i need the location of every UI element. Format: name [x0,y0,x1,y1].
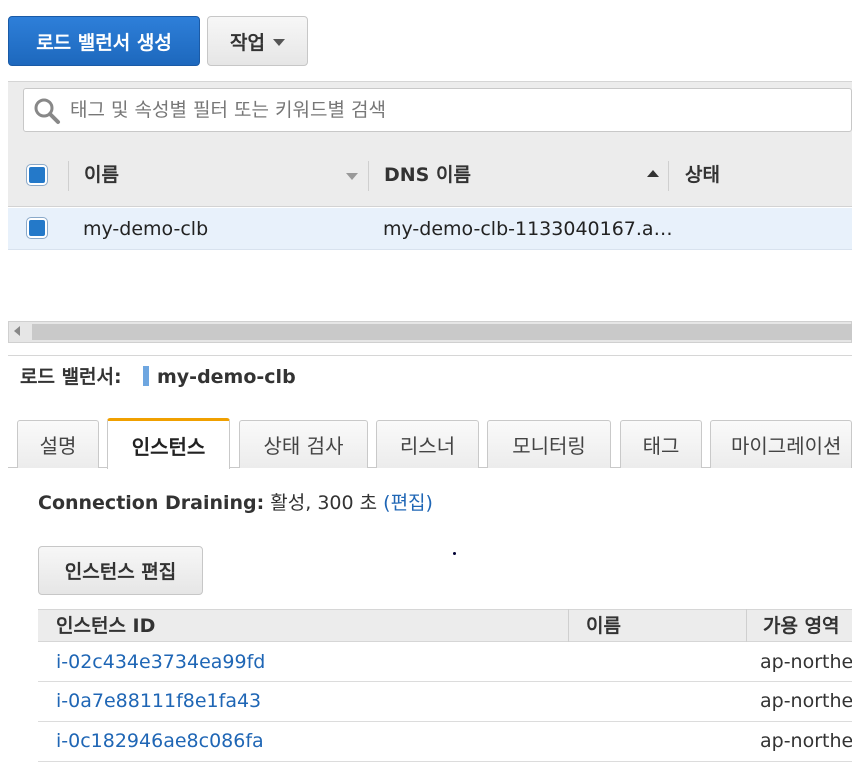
panel-divider [8,355,852,356]
sort-down-icon[interactable] [346,173,358,180]
tab-listeners[interactable]: 리스너 [376,420,479,468]
instance-id-link[interactable]: i-0a7e88111f8e1fa43 [56,688,261,714]
column-header-status[interactable]: 상태 [685,162,720,188]
edit-instances-button[interactable]: 인스턴스 편집 [38,546,203,595]
column-header-dns[interactable]: DNS 이름 [384,162,471,188]
tab-instances[interactable]: 인스턴스 [107,418,230,469]
column-header-instance-name[interactable]: 이름 [586,613,621,639]
column-header-availability-zone[interactable]: 가용 영역 [763,613,852,639]
actions-label: 작업 [230,31,265,54]
column-divider [568,609,569,642]
connection-draining-info: Connection Draining: 활성, 300 초 (편집) [38,490,433,516]
row-checkbox[interactable] [27,218,47,238]
instance-az: ap-northea [760,690,852,712]
select-all-checkbox[interactable] [27,165,47,185]
row-dns: my-demo-clb-1133040167.a… [383,218,673,240]
search-placeholder: 태그 및 속성별 필터 또는 키워드별 검색 [70,99,386,121]
chevron-down-icon [272,39,285,46]
column-header-name[interactable]: 이름 [84,162,119,188]
tab-tags[interactable]: 태그 [620,420,702,468]
row-name: my-demo-clb [83,218,209,240]
load-balancer-label: 로드 밸런서: [20,366,122,388]
edit-instances-label: 인스턴스 편집 [64,561,177,583]
column-divider [746,609,747,642]
tab-health-check[interactable]: 상태 검사 [239,420,368,468]
column-divider [368,161,369,191]
connection-draining-value: 활성, 300 초 [270,492,378,514]
load-balancer-name: my-demo-clb [157,366,296,388]
column-divider [668,161,669,191]
tab-migration[interactable]: 마이그레이션 [710,420,852,468]
selection-marker [143,366,149,386]
instance-az: ap-northea [760,730,852,752]
scroll-left-icon[interactable] [14,326,20,336]
tab-description[interactable]: 설명 [17,420,99,468]
search-icon [34,98,60,124]
sort-up-icon[interactable] [647,170,659,177]
connection-draining-label: Connection Draining: [38,492,265,514]
instance-az: ap-northea [760,651,852,673]
instance-id-link[interactable]: i-02c434e3734ea99fd [56,649,265,675]
edit-connection-draining-link[interactable]: (편집) [383,492,433,514]
instances-table-header [38,609,852,642]
column-header-instance-id[interactable]: 인스턴스 ID [56,613,155,639]
create-load-balancer-button[interactable]: 로드 밸런서 생성 [8,16,200,66]
actions-dropdown-button[interactable]: 작업 [207,16,308,66]
stray-dot [453,552,456,555]
instance-id-link[interactable]: i-0c182946ae8c086fa [56,728,264,754]
create-load-balancer-label: 로드 밸런서 생성 [36,31,172,54]
scrollbar-thumb[interactable] [32,324,852,340]
tab-monitoring[interactable]: 모니터링 [487,420,611,468]
column-divider [68,161,69,191]
